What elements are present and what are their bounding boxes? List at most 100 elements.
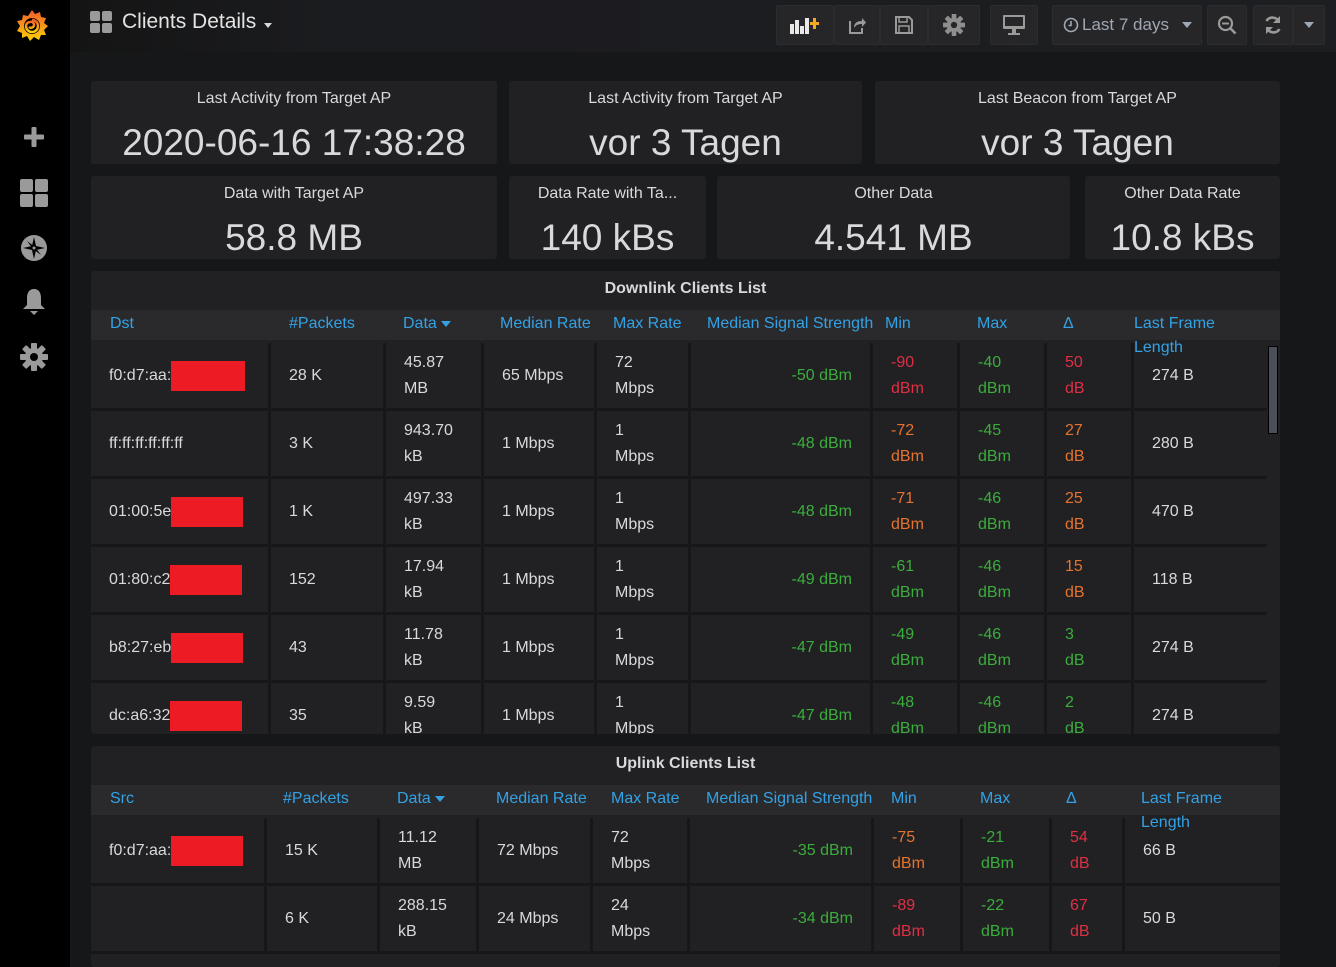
cell-max-rate: 1 Mbps bbox=[594, 683, 688, 734]
column-header-median-rate[interactable]: Median Rate bbox=[496, 790, 587, 808]
value: 35 bbox=[289, 706, 307, 724]
table-row[interactable]: f0:d7:aa: 15 K 11.12 MB 72 Mbps 72 Mbps -35 dBm… bbox=[91, 818, 1280, 886]
cell-max-rate: 1 Mbps bbox=[594, 411, 688, 476]
unit: kB bbox=[404, 719, 423, 735]
unit: dB bbox=[1065, 719, 1085, 735]
value: 1 Mbps bbox=[502, 638, 555, 656]
monitor-icon bbox=[1003, 15, 1025, 35]
column-header-min[interactable]: Min bbox=[891, 790, 917, 808]
table-row[interactable]: 01:80:c2 152 17.94 kB 1 Mbps 1 Mbps -49 dBm -61 d… bbox=[91, 547, 1267, 615]
stat-title: Other Data Rate bbox=[1124, 185, 1241, 202]
cell-max-rate: 72 Mbps bbox=[590, 818, 687, 883]
side-menu bbox=[0, 0, 70, 967]
value: -90 bbox=[891, 353, 915, 371]
unit: Mbps bbox=[615, 515, 655, 533]
cell-min: -72 dBm bbox=[870, 411, 957, 476]
column-header-src[interactable]: Src bbox=[110, 790, 134, 808]
column-header-packets[interactable]: #Packets bbox=[283, 790, 349, 808]
save-button[interactable] bbox=[880, 5, 928, 45]
time-range-picker[interactable]: Last 7 days bbox=[1052, 5, 1202, 45]
mac-address: 01:00:5e bbox=[109, 502, 172, 520]
cell-max-rate: 1 Mbps bbox=[594, 479, 688, 544]
dashboards-grid-icon[interactable] bbox=[19, 178, 49, 208]
value: -22 bbox=[981, 896, 1005, 914]
column-header-data[interactable]: Data bbox=[397, 790, 445, 808]
explore-compass-icon[interactable] bbox=[19, 233, 49, 263]
unit: dB bbox=[1065, 583, 1085, 601]
value: 6 K bbox=[285, 909, 310, 927]
value: 11.78 bbox=[404, 625, 443, 643]
column-header-packets[interactable]: #Packets bbox=[289, 315, 355, 333]
column-header-[interactable]: Δ bbox=[1063, 315, 1074, 333]
settings-button[interactable] bbox=[928, 5, 980, 45]
column-header-dst[interactable]: Dst bbox=[110, 315, 134, 333]
value: 3 K bbox=[289, 434, 314, 452]
unit: kB bbox=[398, 922, 417, 940]
value: 24 Mbps bbox=[497, 909, 559, 927]
value: -46 bbox=[978, 489, 1002, 507]
table-row[interactable]: 6 K 288.15 kB 24 Mbps 24 Mbps -34 dBm -89 dBm -22… bbox=[91, 886, 1280, 954]
cell-min: -89 dBm bbox=[871, 886, 960, 951]
table-row[interactable]: dc:a6:32 35 9.59 kB 1 Mbps 1 Mbps -47 dBm -48 dBm… bbox=[91, 683, 1267, 734]
column-header-median-signal-strength[interactable]: Median Signal Strength bbox=[706, 790, 872, 808]
cell-max: -46 dBm bbox=[957, 479, 1044, 544]
value: 1 bbox=[615, 557, 624, 575]
cell-min: -75 dBm bbox=[871, 818, 960, 883]
mac-address: f0:d7:aa: bbox=[109, 841, 172, 859]
dashboard-picker[interactable]: Clients Details bbox=[90, 10, 273, 34]
refresh-interval-dropdown[interactable] bbox=[1293, 5, 1325, 45]
column-header-max-rate[interactable]: Max Rate bbox=[611, 790, 679, 808]
table-title: Uplink Clients List bbox=[615, 755, 756, 772]
stat-title: Other Data bbox=[854, 185, 933, 202]
column-header-label: Min bbox=[891, 790, 917, 807]
cell-mac: 01:00:5e bbox=[91, 479, 268, 544]
column-header-length[interactable]: Length bbox=[1134, 339, 1183, 357]
unit: kB bbox=[404, 447, 423, 465]
sort-desc-icon bbox=[434, 795, 445, 802]
table-row[interactable]: 01:00:5e 1 K 497.33 kB 1 Mbps 1 Mbps -48 dBm -71… bbox=[91, 479, 1267, 547]
table-scrollbar[interactable] bbox=[1268, 346, 1278, 434]
table-row[interactable]: b8:27:eb 43 11.78 kB 1 Mbps 1 Mbps -47 dBm -49 dB… bbox=[91, 615, 1267, 683]
value: -49 bbox=[891, 625, 915, 643]
uplink-clients-table-panel: Uplink Clients List Src #Packets Data Media… bbox=[91, 746, 1280, 967]
unit: dBm bbox=[978, 379, 1011, 397]
column-header-median-signal-strength[interactable]: Median Signal Strength bbox=[707, 315, 873, 333]
value: -48 dBm bbox=[791, 502, 852, 520]
share-icon bbox=[849, 18, 866, 34]
column-header-data[interactable]: Data bbox=[403, 315, 451, 333]
dashboard-title: Clients Details bbox=[122, 10, 257, 33]
refresh-button[interactable] bbox=[1253, 5, 1293, 45]
column-header-min[interactable]: Min bbox=[885, 315, 911, 333]
configuration-gear-icon[interactable] bbox=[19, 342, 49, 372]
cell-data: 17.94 kB bbox=[383, 547, 481, 612]
unit: MB bbox=[398, 854, 422, 872]
sort-desc-icon bbox=[440, 320, 451, 327]
share-button[interactable] bbox=[834, 5, 880, 45]
stat-panel-last-activity-relative: Last Activity from Target AP vor 3 Tagen bbox=[509, 81, 862, 164]
cell-max: -40 dBm bbox=[957, 343, 1044, 408]
plus-icon[interactable] bbox=[19, 122, 49, 152]
column-header-max[interactable]: Max bbox=[980, 790, 1010, 808]
cell-min: -90 dBm bbox=[870, 343, 957, 408]
add-panel-button[interactable] bbox=[776, 5, 834, 45]
cycle-view-mode-button[interactable] bbox=[990, 5, 1038, 45]
column-header-length[interactable]: Length bbox=[1141, 814, 1190, 832]
cell-median-signal: -34 dBm bbox=[687, 886, 871, 951]
table-body: f0:d7:aa: 15 K 11.12 MB 72 Mbps 72 Mbps -35 dBm… bbox=[91, 818, 1280, 967]
column-header-last-frame[interactable]: Last Frame bbox=[1134, 315, 1215, 333]
column-header-[interactable]: Δ bbox=[1066, 790, 1077, 808]
zoom-out-button[interactable] bbox=[1207, 5, 1247, 45]
unit: dBm bbox=[892, 922, 925, 940]
unit: Mbps bbox=[615, 651, 655, 669]
unit: kB bbox=[404, 651, 423, 669]
column-header-max-rate[interactable]: Max Rate bbox=[613, 315, 681, 333]
table-row[interactable]: f0:d7:aa: 28 K 45.87 MB 65 Mbps 72 Mbps -50 dBm… bbox=[91, 343, 1267, 411]
time-range-label: Last 7 days bbox=[1082, 15, 1169, 34]
column-header-median-rate[interactable]: Median Rate bbox=[500, 315, 591, 333]
column-header-last-frame[interactable]: Last Frame bbox=[1141, 790, 1222, 808]
grafana-logo-icon[interactable] bbox=[12, 6, 52, 46]
table-row[interactable]: ff:ff:ff:ff:ff:ff 3 K 943.70 kB 1 Mbps 1 Mbps -… bbox=[91, 411, 1267, 479]
value: 72 bbox=[615, 353, 633, 371]
column-header-max[interactable]: Max bbox=[977, 315, 1007, 333]
alerting-bell-icon[interactable] bbox=[19, 287, 49, 317]
